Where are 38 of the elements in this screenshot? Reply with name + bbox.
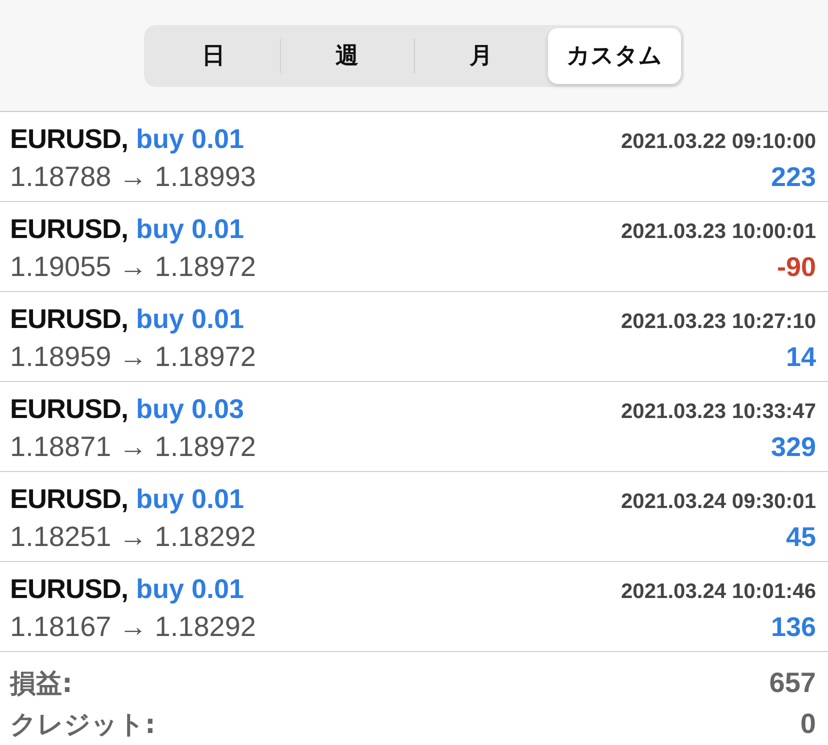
symbol-label: EURUSD, (10, 574, 128, 604)
summary-value: 657 (769, 667, 816, 699)
profit-value: 136 (770, 612, 816, 643)
trade-time: 2021.03.23 10:27:10 (621, 310, 816, 334)
price-range: 1.19055 → 1.18972 (10, 251, 256, 283)
symbol-label: EURUSD, (10, 304, 128, 334)
trade-time: 2021.03.23 10:00:01 (621, 220, 816, 244)
summary-label: 損益: (10, 668, 72, 701)
period-tab[interactable]: カスタム (548, 28, 681, 84)
symbol-label: EURUSD, (10, 124, 128, 154)
summary-label: クレジット: (10, 709, 156, 742)
profit-value: 223 (770, 162, 816, 193)
price-range: 1.18167 → 1.18292 (10, 611, 256, 643)
trade-time: 2021.03.24 10:01:46 (621, 580, 816, 604)
profit-value: 14 (786, 342, 816, 373)
period-tab[interactable]: 日 (147, 28, 280, 84)
order-label: buy 0.01 (136, 484, 244, 514)
symbol-label: EURUSD, (10, 394, 128, 424)
order-label: buy 0.01 (136, 214, 244, 244)
profit-value: -90 (776, 252, 816, 283)
summary-value: 0 (800, 708, 816, 740)
symbol-label: EURUSD, (10, 214, 128, 244)
trade-time: 2021.03.22 09:10:00 (621, 130, 816, 154)
trade-time: 2021.03.24 09:30:01 (621, 490, 816, 514)
price-range: 1.18788 → 1.18993 (10, 161, 256, 193)
order-label: buy 0.03 (136, 394, 244, 424)
order-label: buy 0.01 (136, 304, 244, 334)
symbol-label: EURUSD, (10, 484, 128, 514)
profit-value: 329 (770, 432, 816, 463)
trade-time: 2021.03.23 10:33:47 (621, 400, 816, 424)
price-range: 1.18959 → 1.18972 (10, 341, 256, 373)
price-range: 1.18871 → 1.18972 (10, 431, 256, 463)
period-tab[interactable]: 月 (414, 28, 548, 84)
profit-value: 45 (786, 522, 816, 553)
order-label: buy 0.01 (136, 124, 244, 154)
order-label: buy 0.01 (136, 574, 244, 604)
price-range: 1.18251 → 1.18292 (10, 521, 256, 553)
period-tab[interactable]: 週 (280, 28, 414, 84)
